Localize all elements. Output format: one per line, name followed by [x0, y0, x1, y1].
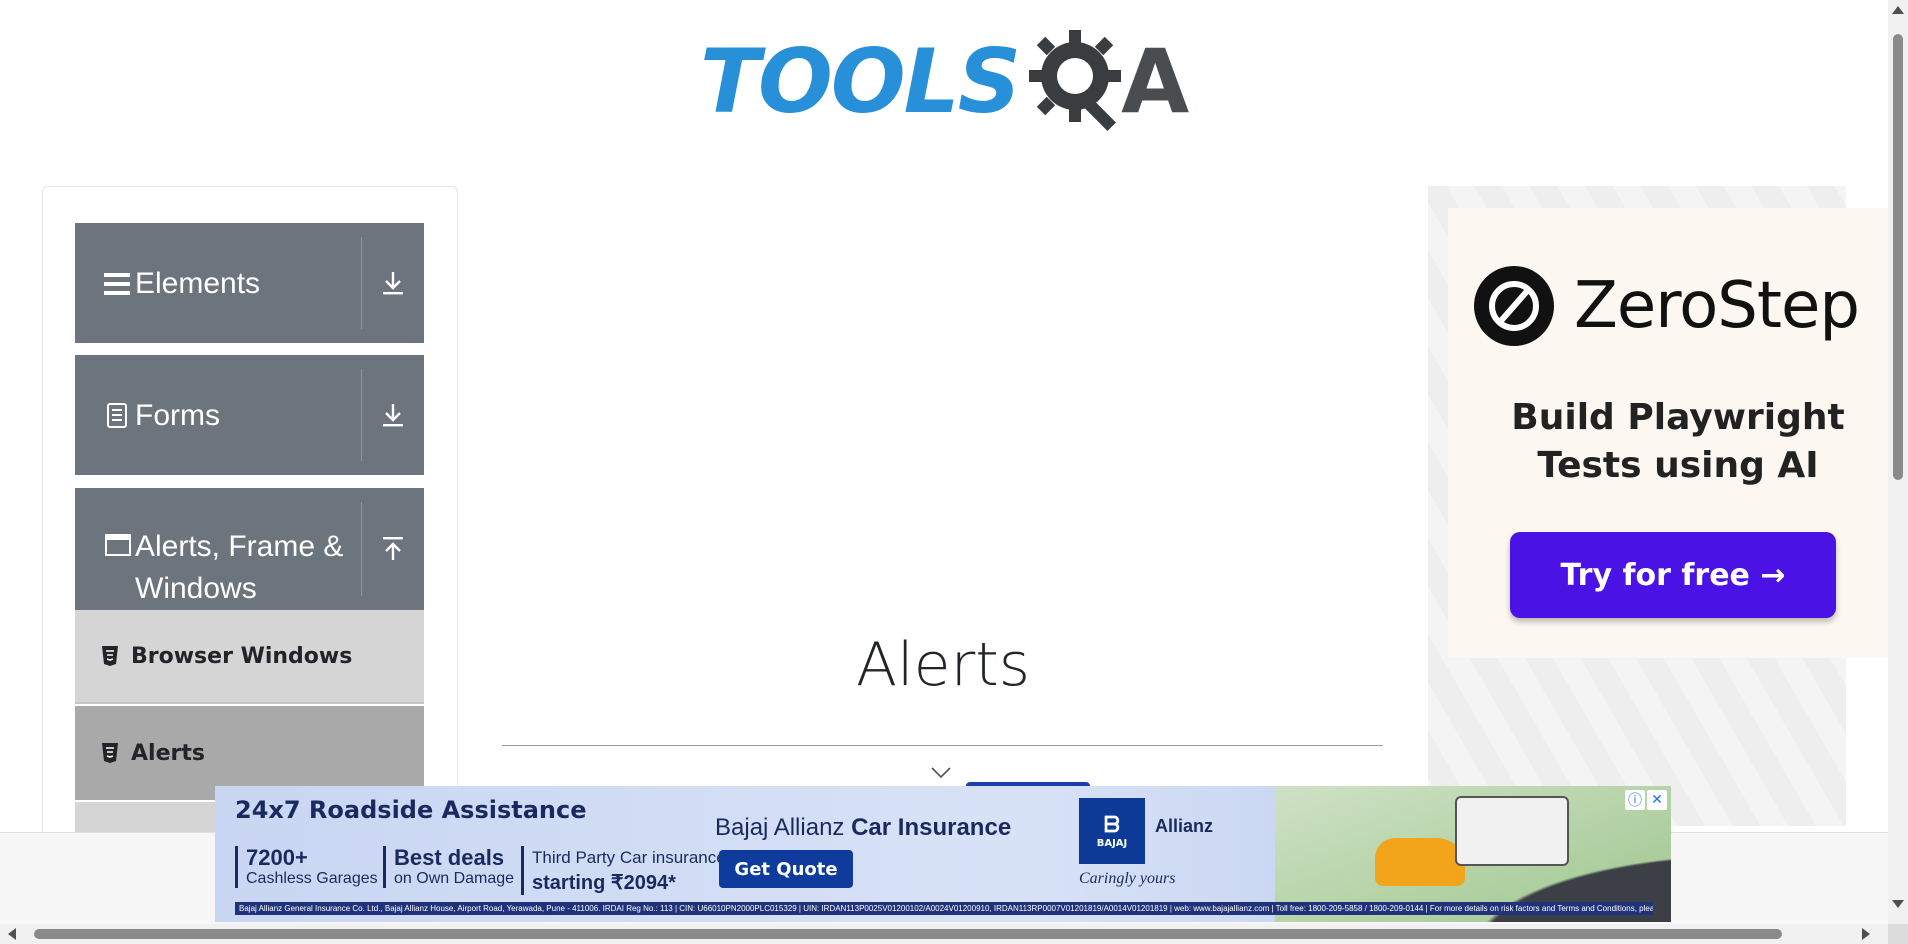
- tagline-line1: Build Playwright: [1511, 397, 1845, 438]
- ad-fine-print: Bajaj Allianz General Insurance Co. Ltd.…: [235, 902, 1653, 915]
- scroll-left-arrow-icon[interactable]: [8, 928, 16, 940]
- collapse-toggle[interactable]: [362, 488, 424, 610]
- sidebar-group-forms[interactable]: Forms: [75, 355, 424, 475]
- logo-tools-text: TOOLS: [700, 29, 1021, 133]
- vertical-scrollbar[interactable]: [1888, 0, 1908, 924]
- ad-headline: 24x7 Roadside Assistance: [235, 796, 587, 824]
- horizontal-scroll-thumb[interactable]: [34, 929, 1782, 939]
- bajaj-text: BAJAJ: [1096, 838, 1128, 849]
- scroll-up-arrow-icon[interactable]: [1892, 6, 1904, 14]
- sidebar-group-elements[interactable]: Elements: [75, 223, 424, 343]
- sidebar-item-label: Browser Windows: [131, 643, 353, 669]
- scroll-right-arrow-icon[interactable]: [1862, 928, 1870, 940]
- window-icon: [105, 534, 131, 556]
- zerostep-ad-card[interactable]: ZeroStep Build Playwright Tests using AI…: [1448, 208, 1888, 658]
- sidebar-item-label: Alerts: [131, 740, 205, 766]
- ad-close-icon[interactable]: ✕: [1647, 790, 1667, 810]
- sidebar-group-label-line1: Alerts, Frame &: [135, 530, 344, 563]
- hamburger-icon: [104, 273, 130, 295]
- ad-stat-big: Best deals: [394, 845, 505, 870]
- ad-stat-big: Third Party Car insurance: [532, 848, 726, 867]
- page-title: Alerts: [855, 630, 1031, 700]
- zerostep-mark-icon: [1474, 266, 1554, 346]
- ad-stat-big: 7200+: [246, 845, 308, 870]
- tow-truck-illustration: [1455, 796, 1569, 866]
- toolsqa-logo[interactable]: TOOLS A: [700, 22, 1190, 140]
- scroll-down-arrow-icon[interactable]: [1892, 900, 1904, 908]
- html5-icon: [102, 646, 118, 666]
- expand-toggle[interactable]: [362, 223, 424, 343]
- ad-brand-suffix: Car Insurance: [851, 814, 1012, 841]
- tagline-line2: Tests using AI: [1537, 445, 1819, 486]
- chevron-down-icon: [931, 767, 951, 779]
- logo-a-text: A: [1121, 29, 1190, 133]
- sidebar-item-browser-windows[interactable]: Browser Windows: [75, 610, 424, 704]
- form-icon: [107, 403, 127, 428]
- expand-toggle[interactable]: [362, 355, 424, 475]
- sidebar-group-label: Forms: [135, 399, 220, 432]
- bajaj-allianz-ad[interactable]: 24x7 Roadside Assistance 7200+ Cashless …: [215, 786, 1671, 922]
- vertical-scroll-thumb[interactable]: [1893, 34, 1903, 480]
- zerostep-brand: ZeroStep: [1574, 269, 1860, 343]
- title-divider: [502, 745, 1383, 746]
- allianz-logo: Allianz: [1155, 816, 1214, 836]
- try-for-free-button[interactable]: Try for free →: [1510, 532, 1836, 618]
- sidebar-group-label: Elements: [135, 267, 261, 300]
- sidebar-group-label-line2: Windows: [135, 572, 257, 605]
- ad-brand-prefix: Bajaj Allianz: [715, 814, 845, 841]
- ad-stat-small: Cashless Garages: [246, 870, 378, 887]
- upload-icon: [383, 537, 403, 560]
- zerostep-logo: ZeroStep: [1474, 266, 1860, 346]
- horizontal-scrollbar[interactable]: [0, 924, 1888, 944]
- ad-stat-small: starting ₹2094*: [532, 872, 676, 894]
- scrollbar-corner: [1888, 924, 1908, 944]
- ad-stat-small: on Own Damage: [394, 870, 515, 887]
- ad-info-icon[interactable]: ⓘ: [1625, 790, 1645, 810]
- bajaj-mark-icon: ᗷ: [1104, 813, 1120, 838]
- ad-stat-garages: 7200+ Cashless Garages: [235, 846, 378, 888]
- zerostep-tagline: Build Playwright Tests using AI: [1448, 394, 1908, 490]
- caringly-yours-text: Caringly yours: [1079, 870, 1176, 887]
- ad-stat-deals: Best deals on Own Damage: [383, 846, 514, 888]
- ad-brand-line: Bajaj Allianz Car Insurance: [715, 814, 1011, 842]
- download-icon: [383, 272, 403, 295]
- sidebar-group-alerts-frame-windows[interactable]: Alerts, Frame & Windows: [75, 488, 424, 610]
- get-quote-button[interactable]: Get Quote: [719, 850, 853, 888]
- gear-magnifier-icon: [1029, 30, 1122, 131]
- download-icon: [383, 404, 403, 427]
- sidebar-panel: Elements Forms Alerts, Frame & Windows B…: [42, 186, 458, 888]
- bajaj-logo: ᗷ BAJAJ: [1079, 798, 1145, 864]
- car-illustration: [1375, 838, 1465, 886]
- ad-controls: ⓘ ✕: [1625, 790, 1667, 810]
- html5-icon: [102, 743, 118, 763]
- ad-stat-third-party: Third Party Car insurance starting ₹2094…: [521, 846, 726, 895]
